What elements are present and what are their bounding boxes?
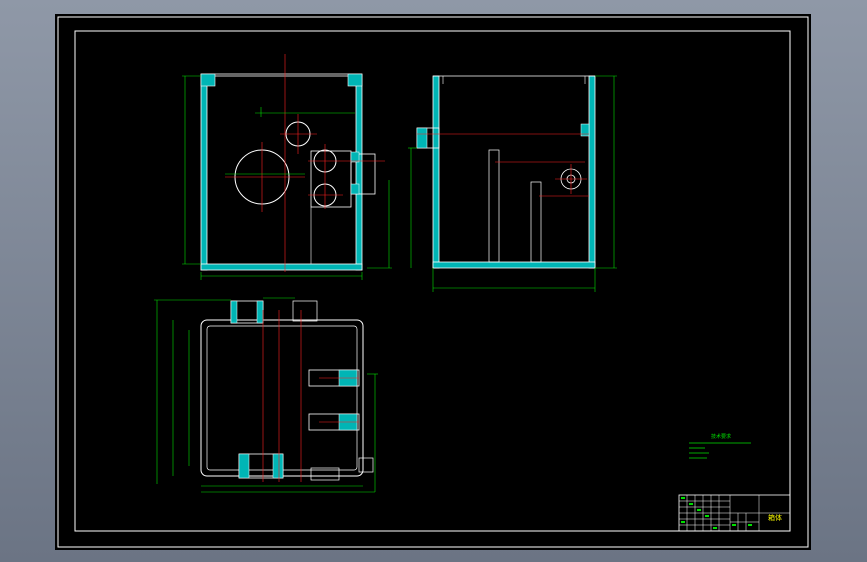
top-corner-boss <box>358 457 374 473</box>
top-boss-upper-hatch-right <box>256 300 264 324</box>
technical-notes: 技术要求 <box>689 433 751 459</box>
front-top-right-flange <box>347 73 363 87</box>
top-bottom-boss-hatch-right <box>272 453 284 479</box>
side-bottom-wall <box>432 261 596 269</box>
top-boss-upper-hatch-left <box>230 300 238 324</box>
title-block-part-name: 箱体 <box>768 513 782 522</box>
top-view[interactable] <box>154 297 378 493</box>
top-bottom-boss-hatch-left <box>238 453 250 479</box>
front-view[interactable] <box>182 54 392 280</box>
side-left-wall <box>432 75 440 269</box>
side-view[interactable] <box>408 75 617 292</box>
inner-frame <box>74 30 791 532</box>
top-inner-outline <box>206 325 358 471</box>
drawing-viewport[interactable]: 技术要求 箱体 <box>55 14 811 550</box>
top-dimensions <box>154 297 378 493</box>
front-top-left-flange <box>200 73 216 87</box>
bearing-housing-outline <box>310 150 352 208</box>
top-outer-outline <box>200 319 364 477</box>
top-boss-upper-right <box>292 300 318 322</box>
front-right-wall <box>355 75 363 271</box>
front-top-edge <box>200 73 363 77</box>
front-bottom-wall <box>200 263 363 271</box>
front-left-wall <box>200 75 208 271</box>
side-right-wall <box>588 75 596 269</box>
side-left-boss-hatch <box>416 127 428 149</box>
bearing-cap-hatch-top <box>350 151 360 163</box>
notes-title: 技术要求 <box>711 433 731 440</box>
side-rib-left <box>488 149 500 263</box>
bearing-cap-hatch-bottom <box>350 183 360 195</box>
side-rib-right <box>530 181 542 263</box>
cad-drawing: 技术要求 箱体 <box>57 16 809 548</box>
title-block[interactable]: 箱体 <box>678 494 791 532</box>
